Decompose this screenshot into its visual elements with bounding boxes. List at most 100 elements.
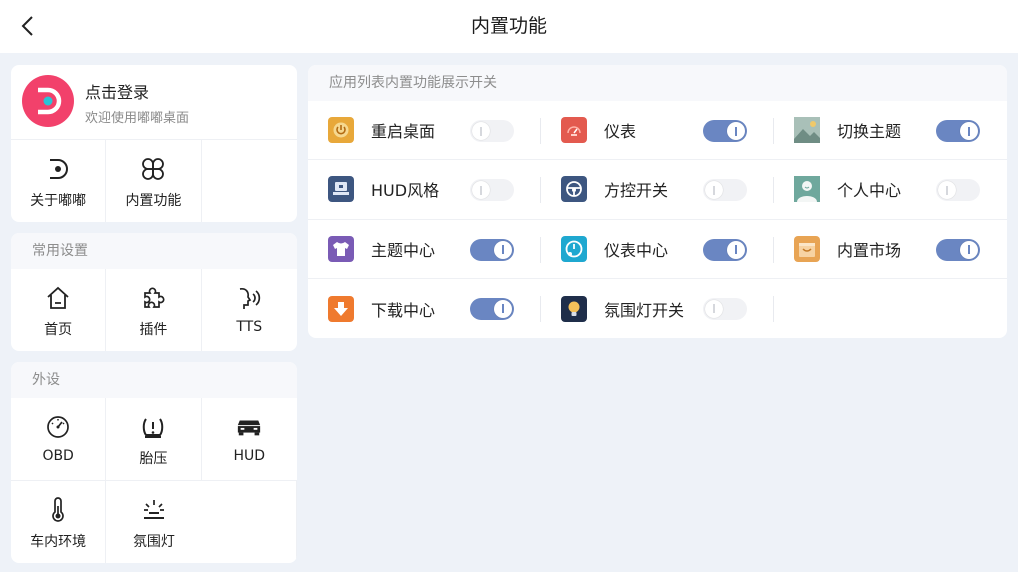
- feature-switch-panel: 应用列表内置功能展示开关 重启桌面 仪表 切换主题 HUD风格 方控开关 个人中…: [308, 65, 1007, 338]
- feature-row: 重启桌面 仪表 切换主题: [308, 101, 1007, 161]
- feature-item: 方控开关: [541, 160, 774, 218]
- empty-cell: [774, 279, 1007, 338]
- shirt-icon: [328, 235, 354, 262]
- chevron-left-icon: [21, 16, 33, 36]
- menu-plugins[interactable]: 插件: [106, 269, 202, 351]
- menu-label: HUD: [233, 448, 266, 464]
- panel-title: 应用列表内置功能展示开关: [308, 65, 1007, 101]
- voice-icon: [240, 288, 261, 309]
- login-subtitle: 欢迎使用嘟嘟桌面: [85, 111, 190, 126]
- feature-label: 切换主题: [837, 122, 902, 142]
- feature-item: 下载中心: [308, 279, 541, 338]
- menu-label: 内置功能: [125, 193, 182, 209]
- menu-obd[interactable]: OBD: [11, 398, 107, 480]
- toggle-knob: [494, 240, 512, 259]
- feature-label: 重启桌面: [371, 122, 436, 142]
- feature-label: 内置市场: [837, 240, 902, 260]
- left-panel: 点击登录 欢迎使用嘟嘟桌面 关于嘟嘟 内置功能 常用设置 首页 插件 TTS 外…: [11, 65, 297, 563]
- gauge-icon: [47, 416, 69, 438]
- menu-label: 车内环境: [30, 534, 87, 550]
- feature-label: 仪表: [604, 122, 637, 142]
- menu-tts[interactable]: TTS: [202, 269, 297, 351]
- feature-toggle-builtin-market[interactable]: [936, 238, 980, 261]
- menu-label: 胎压: [139, 451, 168, 467]
- feature-toggle-steering-control[interactable]: [703, 179, 747, 202]
- menu-label: OBD: [42, 448, 74, 464]
- dudu-logo-icon: [38, 87, 62, 115]
- menu-builtin-functions[interactable]: 内置功能: [106, 140, 202, 222]
- feature-toggle-restart-desktop[interactable]: [470, 120, 514, 142]
- steering-wheel-icon: [561, 176, 587, 203]
- menu-label: 关于嘟嘟: [30, 193, 87, 209]
- avatar[interactable]: [22, 75, 74, 127]
- feature-toggle-personal-center[interactable]: [936, 179, 980, 202]
- feature-label: 主题中心: [371, 240, 436, 260]
- common-settings-card: 常用设置 首页 插件 TTS: [11, 233, 297, 351]
- feature-toggle-ambient-light[interactable]: [703, 297, 747, 320]
- feature-row: HUD风格 方控开关 个人中心: [308, 160, 1007, 220]
- toggle-knob: [705, 181, 723, 200]
- feature-label: 方控开关: [604, 181, 669, 201]
- feature-item: HUD风格: [308, 160, 541, 218]
- hud-style-icon: [328, 176, 354, 203]
- feature-label: 氛围灯开关: [604, 300, 685, 320]
- feature-toggle-hud-style[interactable]: [470, 179, 514, 202]
- feature-item: 内置市场: [774, 220, 1007, 278]
- menu-tire-pressure[interactable]: 胎压: [106, 398, 202, 480]
- menu-cabin-environment[interactable]: 车内环境: [11, 481, 107, 563]
- feature-toggle-dashboard-center[interactable]: [703, 238, 747, 261]
- image-icon: [794, 117, 820, 144]
- toggle-knob: [472, 181, 490, 200]
- feature-label: 个人中心: [837, 181, 902, 201]
- ambient-light-icon: [143, 500, 164, 519]
- toggle-knob: [960, 122, 978, 140]
- hud-car-icon: [238, 420, 261, 436]
- toggle-knob: [727, 240, 745, 259]
- feature-toggle-theme-center[interactable]: [470, 238, 514, 261]
- menu-ambient-light[interactable]: 氛围灯: [106, 481, 201, 563]
- feature-item: 切换主题: [774, 101, 1007, 159]
- toggle-knob: [494, 299, 512, 318]
- dashboard-icon: [561, 117, 587, 144]
- feature-label: 下载中心: [371, 300, 436, 320]
- menu-label: 首页: [44, 322, 73, 338]
- menu-label: TTS: [236, 319, 263, 335]
- feature-item: 主题中心: [308, 220, 541, 278]
- login-area[interactable]: 点击登录 欢迎使用嘟嘟桌面: [11, 65, 297, 139]
- menu-label: 插件: [139, 322, 168, 338]
- peripherals-card: 外设 OBD 胎压 HUD 车内环境 氛围灯: [11, 362, 297, 563]
- user-icon: [794, 176, 820, 203]
- feature-toggle-download-center[interactable]: [470, 297, 514, 320]
- menu-hud[interactable]: HUD: [202, 398, 297, 480]
- dudu-logo-icon: [50, 159, 69, 179]
- peripherals-grid: OBD 胎压 HUD 车内环境 氛围灯: [11, 398, 297, 563]
- toggle-knob: [960, 240, 978, 259]
- feature-item: 个人中心: [774, 160, 1007, 218]
- home-icon: [47, 286, 69, 309]
- feature-item: 仪表: [541, 101, 774, 159]
- page-title: 内置功能: [470, 15, 547, 37]
- profile-menu: 关于嘟嘟 内置功能: [11, 139, 297, 222]
- feature-label: HUD风格: [371, 181, 440, 201]
- back-button[interactable]: [14, 12, 42, 40]
- puzzle-icon: [144, 287, 165, 308]
- common-settings-grid: 首页 插件 TTS: [11, 269, 297, 351]
- section-title: 外设: [11, 362, 297, 398]
- feature-toggle-switch-theme[interactable]: [936, 120, 980, 142]
- section-title: 常用设置: [11, 233, 297, 269]
- market-icon: [794, 235, 820, 262]
- menu-label: 氛围灯: [132, 534, 175, 550]
- feature-label: 仪表中心: [604, 240, 669, 260]
- feature-row: 主题中心 仪表中心 内置市场: [308, 220, 1007, 279]
- bulb-icon: [561, 295, 587, 322]
- thermometer-icon: [52, 497, 64, 522]
- login-title[interactable]: 点击登录: [85, 79, 149, 103]
- feature-toggle-dashboard[interactable]: [703, 120, 747, 142]
- empty-cell: [202, 481, 297, 563]
- feature-item: 仪表中心: [541, 220, 774, 278]
- menu-home[interactable]: 首页: [11, 269, 107, 351]
- toggle-knob: [472, 122, 490, 140]
- empty-cell: [202, 140, 297, 222]
- feature-row: 下载中心 氛围灯开关: [308, 279, 1007, 338]
- menu-about-dudu[interactable]: 关于嘟嘟: [11, 140, 107, 222]
